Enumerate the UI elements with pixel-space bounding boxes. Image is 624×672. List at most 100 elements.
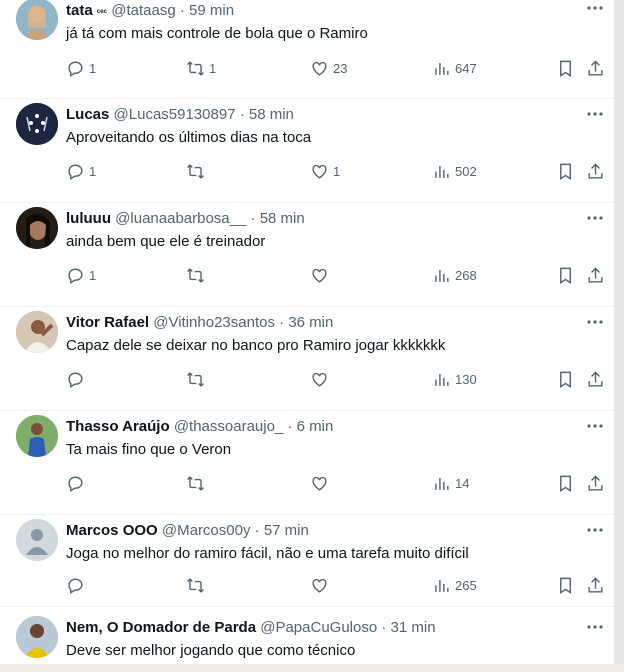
views-icon xyxy=(435,373,449,386)
more-options-icon[interactable] xyxy=(584,210,606,226)
views-button[interactable]: 265 xyxy=(432,575,477,595)
heart-icon xyxy=(312,372,327,387)
handle[interactable]: @Vitinho23santos xyxy=(153,314,275,331)
avatar[interactable] xyxy=(16,519,58,561)
like-button[interactable] xyxy=(310,473,333,493)
share-button[interactable] xyxy=(586,473,605,493)
tweet[interactable]: Lucas @Lucas59130897 · 58 min Aproveitan… xyxy=(0,98,614,203)
tweet[interactable]: luluuu @luanaabarbosa__ · 58 min ainda b… xyxy=(0,202,614,307)
share-button[interactable] xyxy=(586,575,605,595)
separator: · xyxy=(239,106,245,123)
heart-icon xyxy=(312,578,327,593)
bookmark-button[interactable] xyxy=(556,575,575,595)
bookmark-button[interactable] xyxy=(556,369,575,389)
bookmark-icon xyxy=(560,267,571,284)
views-icon xyxy=(435,62,449,75)
bookmark-button[interactable] xyxy=(556,161,575,181)
tweet[interactable]: Marcos OOO @Marcos00y · 57 min Joga no m… xyxy=(0,514,614,607)
more-options-icon[interactable] xyxy=(584,106,606,122)
reply-button[interactable]: 1 xyxy=(66,161,96,181)
reply-icon xyxy=(68,371,83,388)
like-button[interactable] xyxy=(310,265,333,285)
avatar[interactable] xyxy=(16,0,58,40)
reply-icon xyxy=(68,475,83,492)
reply-button[interactable] xyxy=(66,369,89,389)
tweet[interactable]: Nem, O Domador de Parda @PapaCuGuloso · … xyxy=(0,606,614,666)
tweet-text: Deve ser melhor jogando que como técnico xyxy=(66,642,356,659)
reply-button[interactable] xyxy=(66,575,89,595)
tweet-header: Vitor Rafael @Vitinho23santos · 36 min xyxy=(66,314,333,331)
retweet-button[interactable] xyxy=(186,369,209,389)
timestamp[interactable]: 59 min xyxy=(189,2,234,19)
avatar[interactable] xyxy=(16,311,58,353)
bookmark-button[interactable] xyxy=(556,473,575,493)
display-name[interactable]: Nem, O Domador de Parda xyxy=(66,619,256,636)
timestamp[interactable]: 36 min xyxy=(288,314,333,331)
tweet[interactable]: Thasso Araújo @thassoaraujo_ · 6 min Ta … xyxy=(0,410,614,515)
share-button[interactable] xyxy=(586,161,605,181)
more-options-icon[interactable] xyxy=(584,0,606,16)
action-bar: 265 xyxy=(66,575,614,595)
reply-button[interactable]: 1 xyxy=(66,265,96,285)
avatar[interactable] xyxy=(16,616,58,658)
share-button[interactable] xyxy=(586,265,605,285)
timestamp[interactable]: 6 min xyxy=(297,418,334,435)
timestamp[interactable]: 57 min xyxy=(264,522,309,539)
views-button[interactable]: 502 xyxy=(432,161,477,181)
reply-button[interactable]: 1 xyxy=(66,58,96,78)
views-button[interactable]: 130 xyxy=(432,369,477,389)
views-button[interactable]: 268 xyxy=(432,265,477,285)
display-name[interactable]: tata xyxy=(66,2,93,19)
handle[interactable]: @luanaabarbosa__ xyxy=(115,210,246,227)
tweet[interactable]: tata ᶜᵉᶜ @tataasg · 59 min já tá com mai… xyxy=(0,0,614,99)
handle[interactable]: @Lucas59130897 xyxy=(114,106,236,123)
more-options-icon[interactable] xyxy=(584,619,606,635)
like-button[interactable]: 23 xyxy=(310,58,347,78)
like-count: 23 xyxy=(333,60,348,76)
retweet-button[interactable] xyxy=(186,473,209,493)
share-button[interactable] xyxy=(586,58,605,78)
retweet-button[interactable] xyxy=(186,575,209,595)
share-button[interactable] xyxy=(586,369,605,389)
display-name[interactable]: luluuu xyxy=(66,210,111,227)
like-button[interactable]: 1 xyxy=(310,161,340,181)
reply-icon xyxy=(68,60,83,77)
retweet-icon xyxy=(187,475,204,491)
display-name[interactable]: Lucas xyxy=(66,106,109,123)
avatar[interactable] xyxy=(16,415,58,457)
timestamp[interactable]: 58 min xyxy=(260,210,305,227)
retweet-icon xyxy=(187,60,204,76)
retweet-button[interactable]: 1 xyxy=(186,58,216,78)
retweet-button[interactable] xyxy=(186,265,209,285)
more-options-icon[interactable] xyxy=(584,418,606,434)
display-name[interactable]: Thasso Araújo xyxy=(66,418,170,435)
bookmark-icon xyxy=(560,163,571,180)
bookmark-button[interactable] xyxy=(556,265,575,285)
display-name[interactable]: Marcos OOO xyxy=(66,522,158,539)
share-icon xyxy=(588,370,603,387)
display-name[interactable]: Vitor Rafael xyxy=(66,314,149,331)
avatar[interactable] xyxy=(16,207,58,249)
handle[interactable]: @PapaCuGuloso xyxy=(260,619,377,636)
handle[interactable]: @thassoaraujo_ xyxy=(174,418,283,435)
reply-icon xyxy=(68,267,83,284)
reply-button[interactable] xyxy=(66,473,89,493)
more-options-icon[interactable] xyxy=(584,314,606,330)
timestamp[interactable]: 31 min xyxy=(391,619,436,636)
like-button[interactable] xyxy=(310,369,333,389)
share-icon xyxy=(588,474,603,491)
avatar[interactable] xyxy=(16,103,58,145)
more-options-icon[interactable] xyxy=(584,522,606,538)
separator: · xyxy=(381,619,387,636)
tweet[interactable]: Vitor Rafael @Vitinho23santos · 36 min C… xyxy=(0,306,614,411)
handle[interactable]: @tataasg xyxy=(111,2,175,19)
views-button[interactable]: 647 xyxy=(432,58,477,78)
action-bar: 1 1 23 647 xyxy=(66,58,614,78)
bookmark-button[interactable] xyxy=(556,58,575,78)
like-button[interactable] xyxy=(310,575,333,595)
retweet-button[interactable] xyxy=(186,161,209,181)
views-button[interactable]: 14 xyxy=(432,473,469,493)
tweet-text: já tá com mais controle de bola que o Ra… xyxy=(66,25,368,42)
timestamp[interactable]: 58 min xyxy=(249,106,294,123)
handle[interactable]: @Marcos00y xyxy=(162,522,251,539)
